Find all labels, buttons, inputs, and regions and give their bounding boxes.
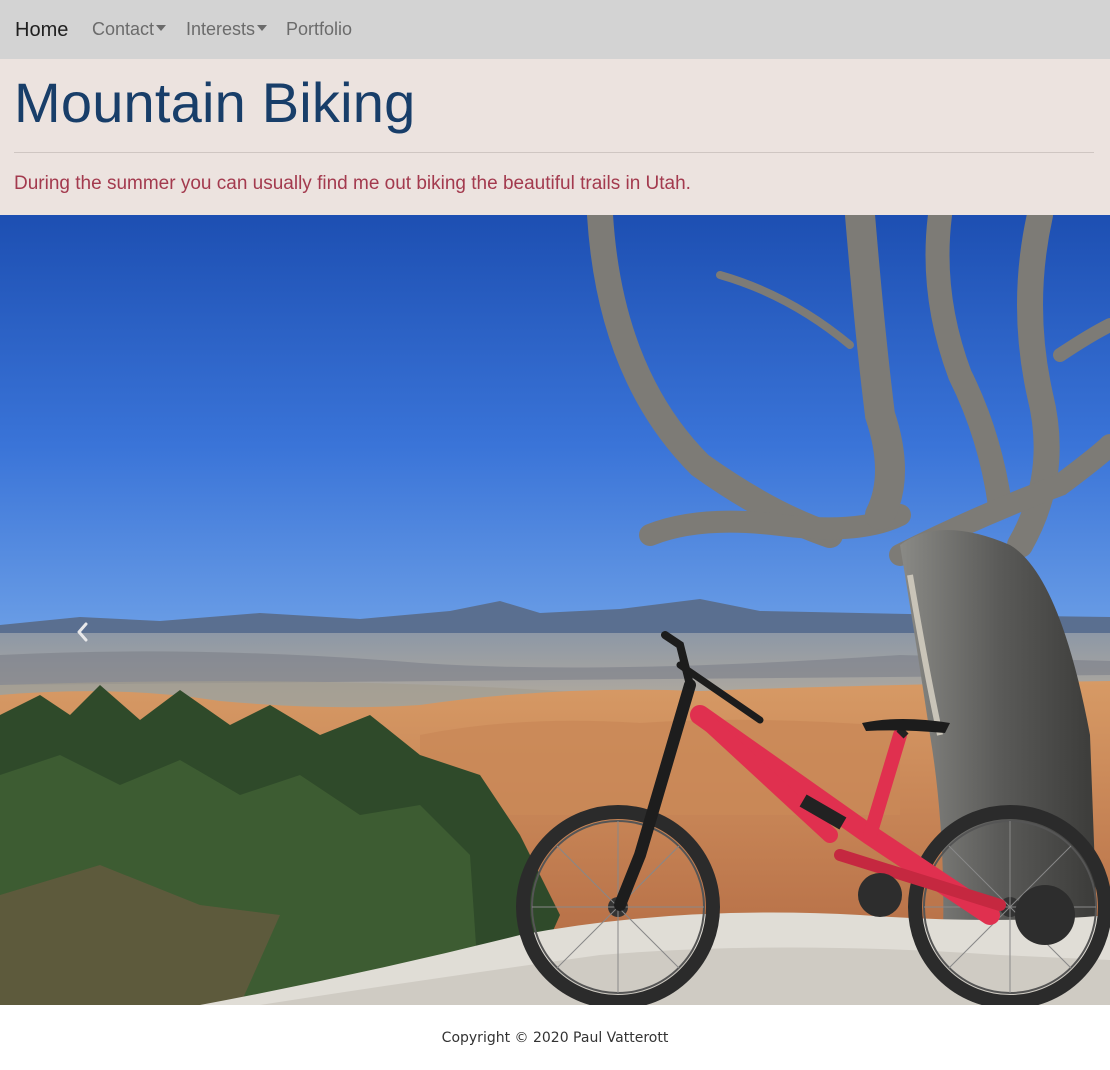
lead-text: During the summer you can usually find m… [14, 173, 691, 194]
nav-home-link[interactable]: Home [15, 0, 68, 59]
caret-down-icon [257, 25, 268, 32]
chevron-left-icon [77, 622, 88, 642]
nav-interests-dropdown[interactable]: Interests [186, 0, 268, 59]
carousel-prev-control[interactable] [70, 615, 94, 649]
bike-photo [0, 215, 1110, 1005]
nav-contact-label: Contact [92, 19, 155, 39]
nav-interests-label: Interests [186, 19, 256, 39]
navbar: Home Contact Interests Portfolio [0, 0, 1110, 59]
divider [14, 152, 1094, 153]
page-title: Mountain Biking [14, 71, 416, 134]
image-carousel [0, 215, 1110, 1005]
nav-contact-dropdown[interactable]: Contact [92, 0, 167, 59]
jumbotron: Mountain Biking During the summer you ca… [0, 59, 1110, 215]
footer: Copyright © 2020 Paul Vatterott [0, 1005, 1110, 1070]
nav-portfolio-link[interactable]: Portfolio [286, 0, 352, 59]
copyright-text: Copyright © 2020 Paul Vatterott [441, 1030, 669, 1046]
caret-down-icon [156, 25, 167, 32]
